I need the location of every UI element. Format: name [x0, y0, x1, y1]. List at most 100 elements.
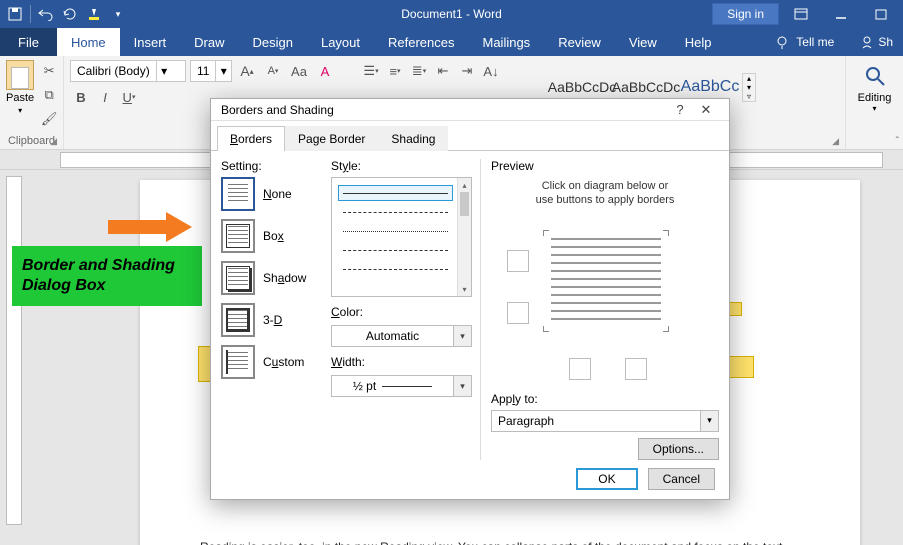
tab-help[interactable]: Help	[671, 28, 726, 56]
increase-indent-icon[interactable]: ⇥	[456, 60, 478, 82]
setting-custom[interactable]: Custom	[221, 345, 321, 379]
chevron-down-icon: ▾	[215, 61, 231, 81]
dialog-tabs: Borders Page Border Shading	[211, 121, 729, 151]
ribbon-display-icon[interactable]	[783, 0, 819, 28]
chevron-down-icon: ▾	[453, 326, 471, 346]
styles-launcher-icon[interactable]: ◢	[832, 136, 839, 147]
sign-in-button[interactable]: Sign in	[712, 3, 779, 25]
document-title: Document1 - Word	[401, 7, 501, 21]
preview-hint: Click on diagram below oruse buttons to …	[491, 179, 719, 208]
preview-label: Preview	[491, 159, 719, 173]
tab-draw[interactable]: Draw	[180, 28, 238, 56]
style-dash-dot[interactable]	[338, 261, 453, 277]
setting-none-icon	[221, 177, 255, 211]
tab-layout[interactable]: Layout	[307, 28, 374, 56]
border-left-button[interactable]	[569, 358, 591, 380]
grow-font-icon[interactable]: A▴	[236, 60, 258, 82]
numbering-icon[interactable]: ≡▾	[384, 60, 406, 82]
border-bottom-button[interactable]	[507, 302, 529, 324]
options-button[interactable]: Options...	[638, 438, 719, 460]
tell-me-button[interactable]: Tell me	[796, 35, 834, 49]
minimize-icon[interactable]	[823, 0, 859, 28]
qat-customize-icon[interactable]: ▾	[107, 2, 129, 26]
tab-insert[interactable]: Insert	[120, 28, 181, 56]
tab-review[interactable]: Review	[544, 28, 615, 56]
styles-up-icon[interactable]: ▴	[743, 74, 755, 83]
paste-button[interactable]: Paste ▾	[6, 60, 34, 130]
font-size-combo[interactable]: 11▾	[190, 60, 232, 82]
clipboard-launcher-icon[interactable]: ◢	[50, 136, 57, 147]
tab-view[interactable]: View	[615, 28, 671, 56]
style-dashed-wide[interactable]	[338, 204, 453, 220]
styles-down-icon[interactable]: ▾	[743, 83, 755, 92]
corner-bl	[543, 326, 549, 332]
style-listbox[interactable]: ▴ ▾	[331, 177, 472, 297]
tab-file[interactable]: File	[0, 28, 57, 56]
tab-home[interactable]: Home	[57, 28, 120, 56]
style-dotted[interactable]	[338, 223, 453, 239]
dialog-titlebar: Borders and Shading ? ✕	[211, 99, 729, 121]
font-name-combo[interactable]: Calibri (Body)▾	[70, 60, 186, 82]
ok-button[interactable]: OK	[576, 468, 637, 490]
italic-button[interactable]: I	[94, 86, 116, 108]
border-right-button[interactable]	[625, 358, 647, 380]
multilevel-icon[interactable]: ≣▾	[408, 60, 430, 82]
cancel-button[interactable]: Cancel	[648, 468, 715, 490]
tab-design[interactable]: Design	[239, 28, 307, 56]
style-solid[interactable]	[338, 185, 453, 201]
width-dropdown[interactable]: ½ pt▾	[331, 375, 472, 397]
bullets-icon[interactable]: ☰▾	[360, 60, 382, 82]
change-case-icon[interactable]: Aa	[288, 60, 310, 82]
color-dropdown[interactable]: Automatic▾	[331, 325, 472, 347]
setting-none[interactable]: None	[221, 177, 321, 211]
dialog-tab-borders[interactable]: Borders	[217, 126, 285, 151]
setting-shadow[interactable]: Shadow	[221, 261, 321, 295]
cut-icon[interactable]: ✂	[38, 60, 60, 82]
sort-icon[interactable]: A↓	[480, 60, 502, 82]
underline-button[interactable]: U ▾	[118, 86, 140, 108]
save-icon[interactable]	[4, 2, 26, 26]
maximize-icon[interactable]	[863, 0, 899, 28]
dialog-tab-shading[interactable]: Shading	[378, 126, 448, 151]
style-label: Style:	[331, 159, 472, 173]
undo-icon[interactable]	[35, 2, 57, 26]
styles-more-icon[interactable]: ▿	[743, 92, 755, 101]
annotation-arrow	[108, 212, 200, 242]
shrink-font-icon[interactable]: A▾	[262, 60, 284, 82]
style-column: Style: ▴ ▾ Color: Automatic▾ Width: ½ pt…	[331, 159, 481, 460]
title-bar: ▾ Document1 - Word Sign in	[0, 0, 903, 28]
borders-shading-dialog: Borders and Shading ? ✕ Borders Page Bor…	[210, 98, 730, 500]
decrease-indent-icon[interactable]: ⇤	[432, 60, 454, 82]
dialog-tab-page-border[interactable]: Page Border	[285, 126, 378, 151]
setting-box[interactable]: Box	[221, 219, 321, 253]
style-dashed[interactable]	[338, 242, 453, 258]
format-painter-icon[interactable]: 🖌	[38, 108, 60, 130]
find-icon[interactable]	[863, 64, 887, 88]
share-button[interactable]: Sh	[860, 35, 893, 49]
setting-3d[interactable]: 3-D	[221, 303, 321, 337]
editing-label: Editing	[858, 92, 892, 104]
highlight-icon[interactable]	[83, 2, 105, 26]
scroll-thumb[interactable]	[460, 192, 469, 216]
redo-icon[interactable]	[59, 2, 81, 26]
clipboard-label: Clipboard	[8, 135, 55, 147]
border-top-button[interactable]	[507, 250, 529, 272]
copy-icon[interactable]: ⧉	[38, 84, 60, 106]
dialog-help-icon[interactable]: ?	[667, 102, 693, 117]
collapse-ribbon-icon[interactable]: ˆ	[896, 136, 899, 147]
setting-custom-icon	[221, 345, 255, 379]
scroll-up-icon[interactable]: ▴	[458, 178, 471, 192]
style-scrollbar[interactable]: ▴ ▾	[457, 178, 471, 296]
vertical-ruler	[6, 176, 22, 525]
tab-mailings[interactable]: Mailings	[469, 28, 545, 56]
bold-button[interactable]: B	[70, 86, 92, 108]
paste-icon	[6, 60, 34, 90]
clear-format-icon[interactable]: A	[314, 60, 336, 82]
setting-column: Setting: None Box Shadow 3-D Custom	[221, 159, 321, 460]
chevron-down-icon: ▾	[453, 376, 471, 396]
dialog-close-icon[interactable]: ✕	[693, 102, 719, 118]
scroll-down-icon[interactable]: ▾	[458, 282, 471, 296]
preview-diagram[interactable]	[491, 216, 719, 386]
apply-to-dropdown[interactable]: Paragraph▾	[491, 410, 719, 432]
tab-references[interactable]: References	[374, 28, 468, 56]
